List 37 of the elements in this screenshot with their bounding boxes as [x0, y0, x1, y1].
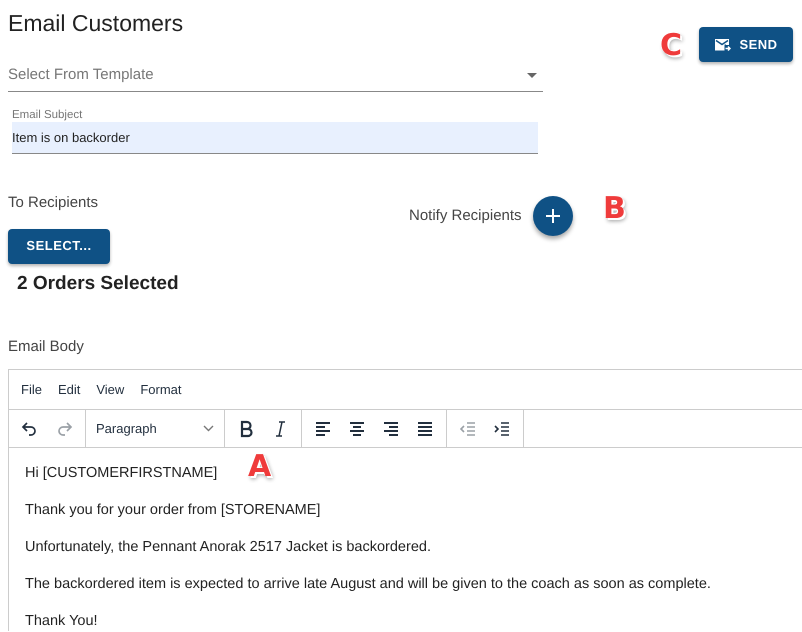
mail-send-icon: [714, 38, 732, 52]
add-button[interactable]: [532, 196, 573, 236]
redo-icon: [55, 420, 73, 438]
selection-summary: 2 Orders Selected: [17, 272, 180, 296]
section-label: To Recipients: [8, 193, 98, 213]
body-paragraph: The backordered item is expected to arrive late August and will be given to the coach as soon as complete.: [25, 575, 711, 594]
undo-icon: [21, 420, 39, 438]
menu-item[interactable]: File: [13, 380, 50, 400]
dropdown-arrow-icon: [527, 73, 537, 78]
menu-item[interactable]: Format: [132, 380, 190, 400]
chevron-down-icon: [203, 425, 214, 432]
menu-item[interactable]: View: [88, 380, 132, 400]
align-right-icon: [382, 420, 400, 438]
body-paragraph: Thank you for your order from [STORENAME]: [25, 501, 320, 520]
section-label: Email Body: [8, 338, 84, 355]
body-paragraph: Hi [CUSTOMERFIRSTNAME]: [25, 464, 218, 483]
send-button[interactable]: SEND: [699, 27, 793, 62]
callout-letter: A: [248, 452, 272, 482]
callout-letter: C: [660, 31, 682, 61]
block-format-select[interactable]: Paragraph: [90, 414, 220, 444]
justify-icon: [416, 420, 434, 438]
select-button[interactable]: SELECT...: [8, 228, 110, 264]
indent-icon: [493, 420, 511, 438]
outdent-icon: [459, 420, 477, 438]
menu-item[interactable]: Edit: [50, 380, 88, 400]
align-center-icon: [348, 420, 366, 438]
body-paragraph: Thank You!: [25, 612, 98, 631]
align-left-icon: [314, 420, 332, 438]
plus-icon: [546, 209, 560, 223]
field-label: Email Subject: [12, 108, 84, 122]
callout-letter: B: [603, 194, 626, 224]
page-title: Email Customers: [8, 9, 184, 38]
placeholder-text: Select From Template: [8, 65, 154, 86]
subject-field[interactable]: Item is on backorder: [12, 122, 538, 154]
body-paragraph: Unfortunately, the Pennant Anorak 2517 Jacket is backordered.: [25, 538, 431, 557]
template-select[interactable]: Select From Template: [8, 60, 543, 92]
notify-label: Notify Recipients: [409, 206, 522, 226]
